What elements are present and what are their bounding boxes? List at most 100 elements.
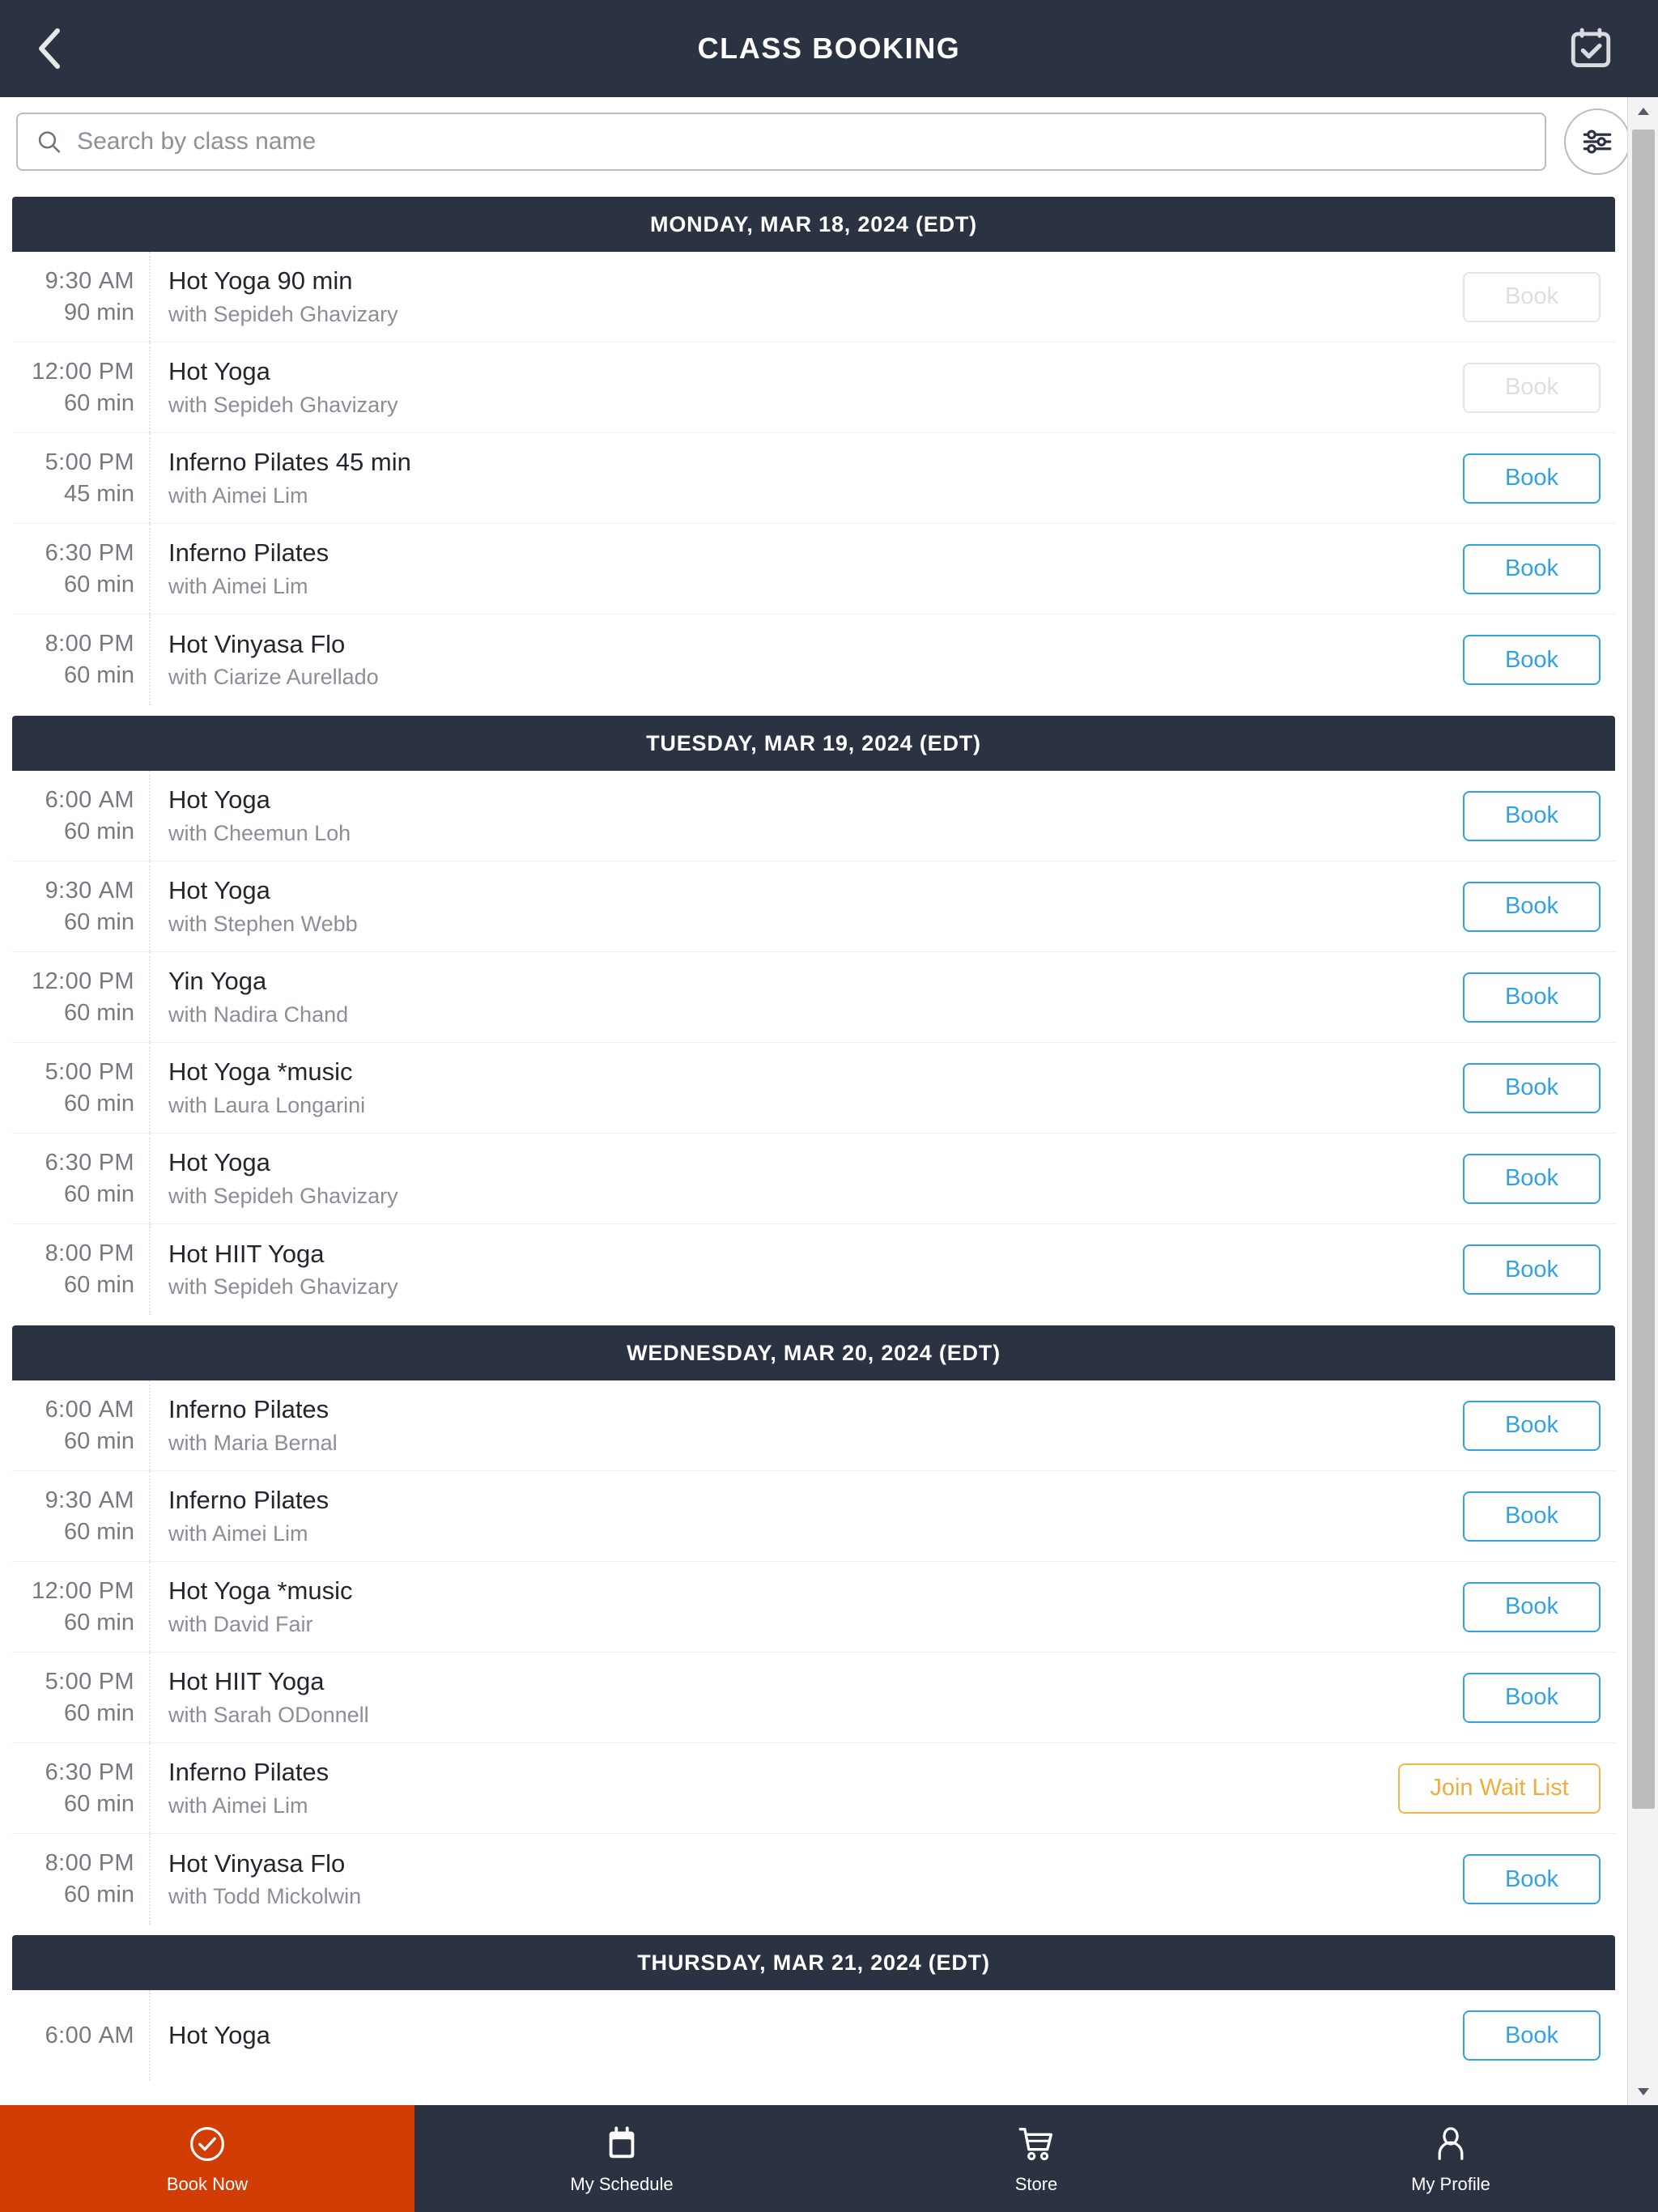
class-action-column: Book bbox=[1356, 524, 1615, 614]
class-name: Inferno Pilates bbox=[168, 1486, 329, 1515]
class-row[interactable]: 6:00 AM 60 min Hot Yoga with Cheemun Loh Book bbox=[12, 771, 1615, 861]
class-time-ampm: PM bbox=[98, 449, 134, 475]
class-info-column: Hot Yoga *music with David Fair bbox=[151, 1562, 1356, 1652]
class-row[interactable]: 8:00 PM 60 min Hot Vinyasa Flo with Todd Mic… bbox=[12, 1834, 1615, 1925]
schedule-list: MONDAY, MAR 18, 2024 (EDT) 9:30 AM 90 min Ho… bbox=[0, 197, 1627, 2081]
class-time-column: 8:00 PM 60 min bbox=[12, 615, 151, 705]
class-info-column: Hot Yoga 90 min with Sepideh Ghavizary bbox=[151, 252, 1356, 342]
book-button[interactable]: Book bbox=[1463, 1672, 1601, 1723]
class-instructor: with Sarah ODonnell bbox=[168, 1702, 369, 1727]
calendar-button[interactable] bbox=[1546, 0, 1635, 97]
class-time-column: 6:00 AM 60 min bbox=[12, 1380, 151, 1470]
book-button[interactable]: Book bbox=[1463, 1400, 1601, 1451]
book-button: Book bbox=[1463, 362, 1601, 413]
book-button[interactable]: Book bbox=[1463, 2010, 1601, 2061]
class-time-column: 9:30 AM 60 min bbox=[12, 861, 151, 951]
top-app-bar: CLASS BOOKING bbox=[0, 0, 1658, 97]
class-time: 5:00 PM bbox=[45, 1059, 134, 1086]
class-row[interactable]: 8:00 PM 60 min Hot Vinyasa Flo with Ciarize … bbox=[12, 615, 1615, 705]
class-name: Inferno Pilates bbox=[168, 1395, 329, 1424]
nav-item-my-schedule[interactable]: My Schedule bbox=[414, 2105, 829, 2212]
class-row[interactable]: 5:00 PM 45 min Inferno Pilates 45 min with A… bbox=[12, 433, 1615, 524]
class-name: Hot Yoga *music bbox=[168, 1057, 353, 1087]
class-row[interactable]: 5:00 PM 60 min Hot HIIT Yoga with Sarah ODon… bbox=[12, 1653, 1615, 1743]
scroll-down-button[interactable] bbox=[1628, 2078, 1658, 2105]
class-time-column: 6:30 PM 60 min bbox=[12, 1743, 151, 1833]
class-time: 5:00 PM bbox=[45, 449, 134, 476]
class-row[interactable]: 9:30 AM 60 min Inferno Pilates with Aimei Li… bbox=[12, 1471, 1615, 1562]
class-row[interactable]: 9:30 AM 90 min Hot Yoga 90 min with Sepideh … bbox=[12, 252, 1615, 342]
class-time: 9:30 AM bbox=[45, 878, 134, 904]
book-button[interactable]: Book bbox=[1463, 1581, 1601, 1632]
class-instructor: with Sepideh Ghavizary bbox=[168, 392, 398, 417]
nav-item-store[interactable]: Store bbox=[829, 2105, 1244, 2212]
class-time-ampm: PM bbox=[98, 1577, 134, 1604]
schedule-scroll-area[interactable]: MONDAY, MAR 18, 2024 (EDT) 9:30 AM 90 min Ho… bbox=[0, 186, 1658, 2105]
book-button[interactable]: Book bbox=[1463, 1491, 1601, 1542]
class-row[interactable]: 12:00 PM 60 min Yin Yoga with Nadira Chand Bo… bbox=[12, 952, 1615, 1043]
class-duration: 60 min bbox=[63, 818, 134, 844]
class-time: 6:00 AM bbox=[45, 2023, 134, 2049]
filter-button[interactable] bbox=[1564, 108, 1630, 175]
day-class-list: 6:00 AM 60 min Inferno Pilates with Maria Be… bbox=[12, 1380, 1615, 1925]
class-duration: 60 min bbox=[63, 389, 134, 416]
class-row[interactable]: 6:30 PM 60 min Inferno Pilates with Aimei Li… bbox=[12, 1743, 1615, 1834]
class-time-column: 6:30 PM 60 min bbox=[12, 1134, 151, 1223]
book-button[interactable]: Book bbox=[1463, 881, 1601, 932]
class-row[interactable]: 5:00 PM 60 min Hot Yoga *music with Laura Lo… bbox=[12, 1043, 1615, 1134]
caret-down-icon bbox=[1637, 2087, 1649, 2095]
search-row bbox=[0, 97, 1658, 186]
class-time: 6:30 PM bbox=[45, 1150, 134, 1176]
book-button[interactable]: Book bbox=[1463, 543, 1601, 594]
class-time-ampm: AM bbox=[98, 2022, 134, 2048]
class-row[interactable]: 6:00 AM 60 min Inferno Pilates with Maria Be… bbox=[12, 1380, 1615, 1471]
scroll-up-button[interactable] bbox=[1628, 97, 1658, 125]
nav-item-my-profile[interactable]: My Profile bbox=[1244, 2105, 1658, 2212]
search-icon bbox=[38, 131, 61, 153]
class-time-ampm: AM bbox=[98, 877, 134, 904]
class-duration: 60 min bbox=[63, 908, 134, 935]
class-action-column: Book bbox=[1356, 433, 1615, 523]
class-info-column: Hot HIIT Yoga with Sepideh Ghavizary bbox=[151, 1224, 1356, 1315]
class-time-ampm: PM bbox=[98, 968, 134, 994]
scrollbar-track[interactable] bbox=[1628, 125, 1658, 2078]
book-button[interactable]: Book bbox=[1463, 1854, 1601, 1904]
scrollbar-thumb[interactable] bbox=[1631, 130, 1655, 1810]
vertical-scrollbar[interactable] bbox=[1627, 97, 1658, 2105]
class-time-column: 5:00 PM 60 min bbox=[12, 1043, 151, 1133]
class-instructor: with Sepideh Ghavizary bbox=[168, 301, 398, 326]
class-name: Inferno Pilates bbox=[168, 1758, 329, 1787]
class-row[interactable]: 6:30 PM 60 min Inferno Pilates with Aimei Li… bbox=[12, 524, 1615, 615]
book-button[interactable]: Book bbox=[1463, 1244, 1601, 1295]
class-name: Hot Yoga *music bbox=[168, 1576, 353, 1606]
book-button[interactable]: Book bbox=[1463, 790, 1601, 841]
join-wait-list-button[interactable]: Join Wait List bbox=[1398, 1763, 1601, 1814]
class-time-ampm: AM bbox=[98, 1487, 134, 1513]
class-time-column: 8:00 PM 60 min bbox=[12, 1224, 151, 1315]
class-time: 5:00 PM bbox=[45, 1669, 134, 1695]
search-input[interactable] bbox=[77, 128, 1527, 155]
class-instructor: with Aimei Lim bbox=[168, 573, 308, 598]
class-row[interactable]: 12:00 PM 60 min Hot Yoga with Sepideh Ghaviz… bbox=[12, 342, 1615, 433]
class-time-value: 6:30 bbox=[45, 1149, 92, 1176]
day-header: THURSDAY, MAR 21, 2024 (EDT) bbox=[12, 1935, 1615, 1990]
class-time-value: 6:00 bbox=[45, 1396, 92, 1423]
class-row[interactable]: 12:00 PM 60 min Hot Yoga *music with David F… bbox=[12, 1562, 1615, 1653]
nav-item-book-now[interactable]: Book Now bbox=[0, 2105, 414, 2212]
class-row[interactable]: 6:00 AM Hot Yoga Book bbox=[12, 1990, 1615, 2081]
class-instructor: with Sepideh Ghavizary bbox=[168, 1274, 398, 1300]
class-row[interactable]: 6:30 PM 60 min Hot Yoga with Sepideh Ghaviza… bbox=[12, 1134, 1615, 1224]
class-time: 12:00 PM bbox=[32, 968, 134, 995]
book-button[interactable]: Book bbox=[1463, 1062, 1601, 1113]
class-row[interactable]: 8:00 PM 60 min Hot HIIT Yoga with Sepideh Gh… bbox=[12, 1224, 1615, 1315]
book-button[interactable]: Book bbox=[1463, 635, 1601, 685]
class-row[interactable]: 9:30 AM 60 min Hot Yoga with Stephen Webb Boo… bbox=[12, 861, 1615, 952]
class-instructor: with Ciarize Aurellado bbox=[168, 665, 379, 690]
book-button[interactable]: Book bbox=[1463, 1153, 1601, 1204]
class-time-value: 8:00 bbox=[45, 1240, 92, 1266]
book-button[interactable]: Book bbox=[1463, 453, 1601, 504]
book-button[interactable]: Book bbox=[1463, 972, 1601, 1023]
search-box[interactable] bbox=[16, 113, 1546, 171]
class-time-column: 9:30 AM 60 min bbox=[12, 1471, 151, 1561]
class-instructor: with Stephen Webb bbox=[168, 911, 358, 936]
